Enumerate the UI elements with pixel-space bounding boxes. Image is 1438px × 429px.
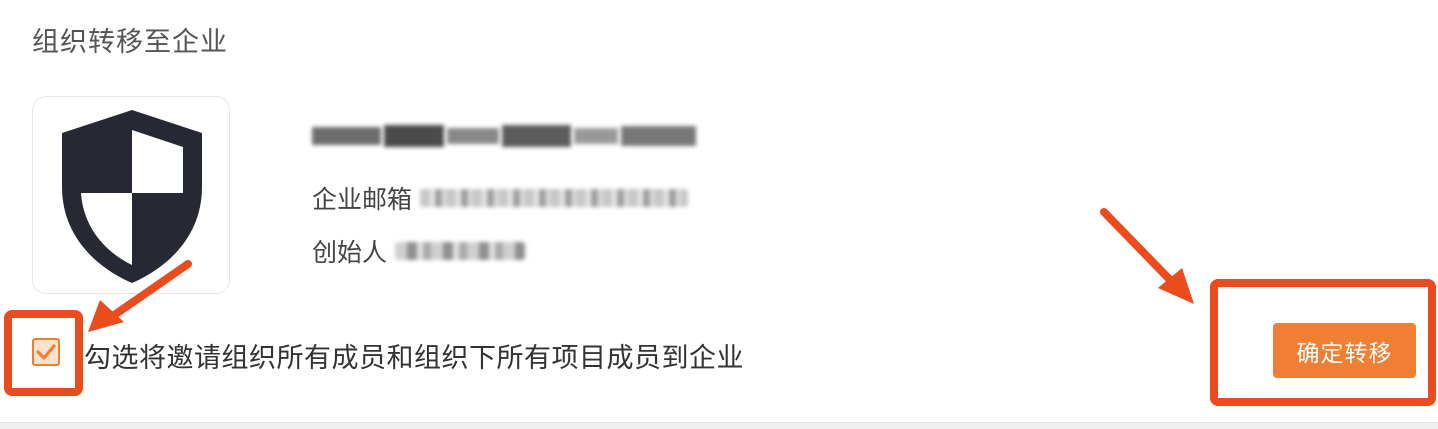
organization-founder: 创始人 [312,233,526,269]
organization-logo [32,96,230,294]
invite-members-label[interactable]: 勾选将邀请组织所有成员和组织下所有项目成员到企业 [84,336,744,375]
section-title: 组织转移至企业 [32,27,228,58]
invite-members-checkbox[interactable] [32,338,60,366]
arrow-icon [1100,208,1194,304]
email-label: 企业邮箱 [312,185,413,214]
founder-label: 创始人 [312,238,388,267]
checkmark-icon [36,344,56,360]
confirm-transfer-button[interactable]: 确定转移 [1273,323,1416,378]
organization-email: 企业邮箱 [312,180,689,216]
founder-value-redacted [395,242,526,260]
organization-name-redacted [312,120,696,152]
email-value-redacted [420,189,689,207]
shield-icon [62,110,202,283]
